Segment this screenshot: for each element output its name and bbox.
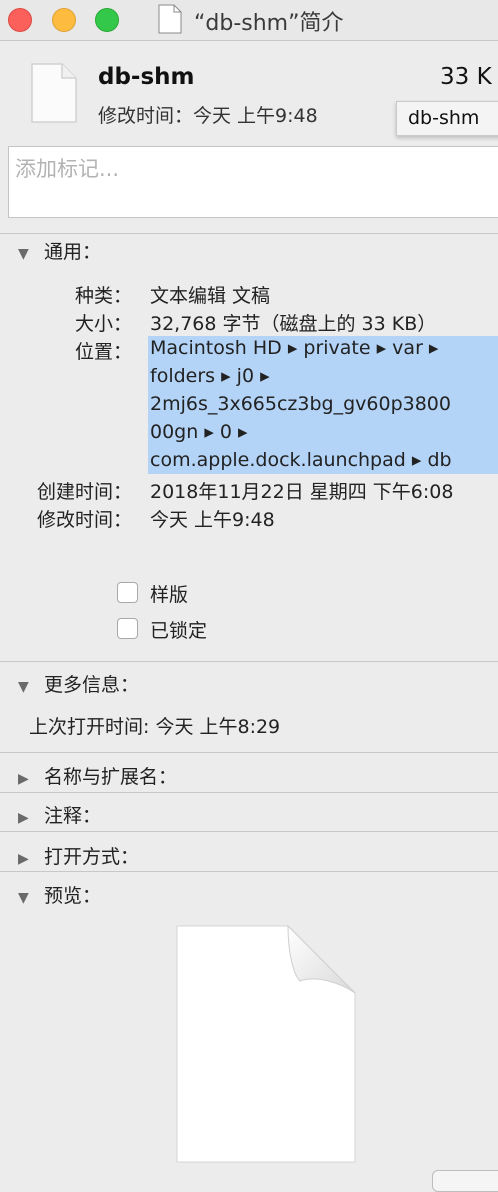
stationery-label: 样版 — [150, 584, 189, 606]
section-more-info-toggle[interactable]: ▼ 更多信息： — [18, 670, 139, 697]
modified-value: 今天 上午9:48 — [150, 509, 275, 531]
section-divider — [0, 661, 498, 662]
triangle-right-icon: ▶ — [18, 810, 29, 826]
section-name-ext-toggle[interactable]: ▶ 名称与扩展名： — [18, 762, 177, 789]
size-value: 32,768 字节（磁盘上的 33 KB） — [150, 313, 437, 335]
triangle-right-icon: ▶ — [18, 851, 29, 867]
created-value: 2018年11月22日 星期四 下午6:08 — [150, 481, 454, 503]
triangle-down-icon: ▼ — [18, 679, 29, 695]
section-divider — [0, 831, 498, 832]
modified-label: 修改时间： — [36, 509, 132, 531]
section-open-with-title: 打开方式： — [44, 846, 140, 868]
minimize-button[interactable] — [52, 8, 76, 32]
where-line[interactable]: folders ▸ j0 ▸ — [150, 365, 270, 387]
where-label: 位置： — [74, 341, 132, 363]
section-comments-title: 注释： — [44, 805, 102, 827]
window-title: “db-shm”简介 — [194, 11, 344, 36]
close-button[interactable] — [8, 8, 32, 32]
section-preview-toggle[interactable]: ▼ 预览： — [18, 881, 101, 908]
size-label: 大小： — [74, 313, 132, 335]
section-name-ext-title: 名称与扩展名： — [44, 766, 178, 788]
triangle-down-icon: ▼ — [18, 890, 29, 906]
section-preview-title: 预览： — [44, 885, 102, 907]
where-line[interactable]: com.apple.dock.launchpad ▸ db — [150, 449, 452, 471]
document-icon — [158, 4, 182, 34]
where-line[interactable]: Macintosh HD ▸ private ▸ var ▸ — [150, 337, 438, 359]
file-name: db-shm — [98, 64, 195, 90]
section-comments-toggle[interactable]: ▶ 注释： — [18, 801, 101, 828]
tags-placeholder: 添加标记... — [15, 157, 120, 181]
modified-summary: 修改时间：今天 上午9:48 — [98, 105, 318, 127]
zoom-button[interactable] — [95, 8, 119, 32]
file-size: 33 K — [440, 64, 492, 90]
stationery-checkbox[interactable] — [117, 582, 138, 603]
kind-value: 文本编辑 文稿 — [150, 285, 271, 307]
section-open-with-toggle[interactable]: ▶ 打开方式： — [18, 842, 139, 869]
locked-checkbox[interactable] — [117, 618, 138, 639]
section-divider — [0, 871, 498, 872]
section-general-title: 通用： — [44, 241, 102, 263]
section-more-info-title: 更多信息： — [44, 674, 140, 696]
section-divider — [0, 233, 498, 234]
triangle-right-icon: ▶ — [18, 771, 29, 787]
where-line[interactable]: 2mj6s_3x665cz3bg_gv60p3800 — [150, 393, 451, 415]
preview-document-image — [176, 925, 356, 1163]
name-tooltip: db-shm — [396, 101, 498, 136]
section-divider — [0, 752, 498, 753]
locked-label: 已锁定 — [150, 620, 208, 642]
section-divider — [0, 792, 498, 793]
kind-label: 种类： — [74, 285, 132, 307]
file-icon — [31, 63, 77, 123]
section-general-toggle[interactable]: ▼ 通用： — [18, 237, 101, 264]
triangle-down-icon: ▼ — [18, 246, 29, 262]
title-divider — [0, 40, 498, 41]
resize-corner — [432, 1170, 498, 1192]
tags-field[interactable]: 添加标记... — [8, 146, 498, 218]
last-opened: 上次打开时间: 今天 上午8:29 — [29, 716, 281, 738]
where-line[interactable]: 00gn ▸ 0 ▸ — [150, 421, 248, 443]
created-label: 创建时间： — [36, 481, 132, 503]
